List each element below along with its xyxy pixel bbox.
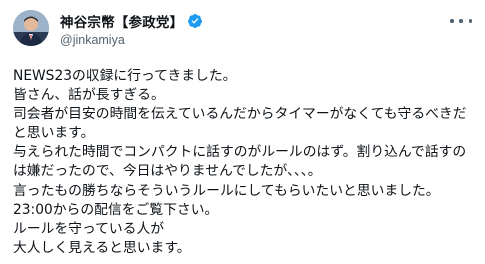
avatar[interactable] — [13, 10, 49, 46]
verified-badge-icon — [188, 14, 203, 28]
more-dot — [468, 19, 472, 23]
author-block: 神谷宗幣【参政党】 @jinkamiya — [60, 12, 203, 47]
tweet-line: は嫌だったので、今日はやりませんでしたが、、、。 — [13, 163, 322, 180]
tweet-text: NEWS23の収録に行ってきました。 皆さん、話が長すぎる。 司会者が目安の時間… — [13, 67, 472, 258]
tweet-line: NEWS23の収録に行ってきました。 — [13, 68, 237, 84]
author-name-line: 神谷宗幣【参政党】 — [60, 11, 203, 31]
tweet-card: 神谷宗幣【参政党】 @jinkamiya NEWS23の収録に行ってきました。 … — [0, 0, 485, 264]
more-options-icon[interactable] — [450, 14, 472, 28]
tweet-line: 23:00からの配信をご覧下さい。 — [13, 201, 219, 218]
tweet-header: 神谷宗幣【参政党】 @jinkamiya — [13, 10, 472, 54]
tweet-line: 大人しく見えると思います。 — [13, 239, 191, 256]
tweet-line: と思います。 — [13, 125, 95, 142]
tweet-line: 皆さん、話が長すぎる。 — [13, 87, 165, 104]
tweet-line: ルールを守っている人が — [13, 220, 165, 237]
tweet-line: 与えられた時間でコンパクトに話すのがルールのはず。割り込んで話すの — [13, 144, 467, 161]
author-handle[interactable]: @jinkamiya — [60, 33, 203, 47]
tweet-line: 司会者が目安の時間を伝えているんだからタイマーがなくても守るべきだ — [13, 106, 467, 123]
more-dot — [450, 19, 454, 23]
avatar-photo-icon — [13, 10, 49, 46]
tweet-line: 言ったもの勝ちならそういうルールにしてもらいたいと思いました。 — [13, 182, 440, 199]
author-display-name[interactable]: 神谷宗幣【参政党】 — [60, 11, 183, 31]
more-dot — [459, 19, 463, 23]
